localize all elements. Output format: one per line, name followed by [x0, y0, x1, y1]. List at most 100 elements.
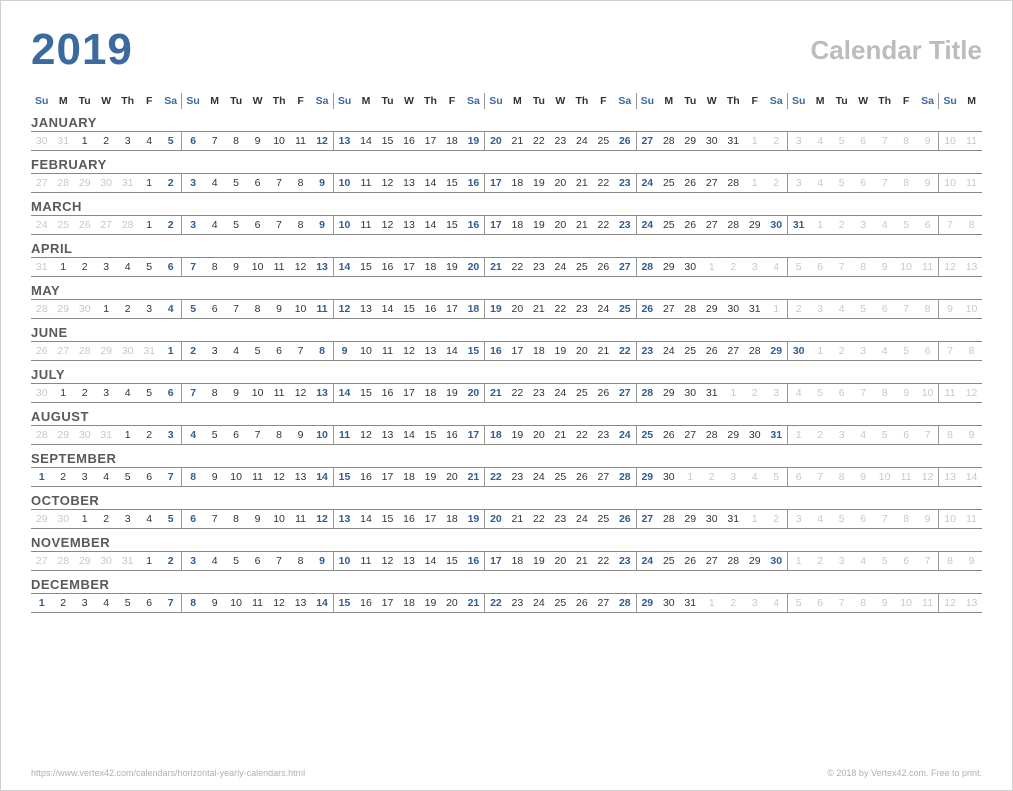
- day-cell: 12: [268, 594, 289, 612]
- day-cell: 23: [571, 300, 592, 318]
- day-cell: 15: [377, 510, 398, 528]
- month-block: APRIL31123456789101112131415161718192021…: [31, 241, 982, 277]
- day-cell: 3: [831, 552, 852, 570]
- day-cell: 25: [52, 216, 73, 234]
- day-cell: 5: [247, 342, 268, 360]
- day-cell: 5: [895, 216, 916, 234]
- day-cell: 2: [765, 510, 786, 528]
- month-name-label: SEPTEMBER: [31, 451, 982, 467]
- day-cell: 16: [463, 216, 484, 234]
- month-day-row: 1234567891011121314151617181920212223242…: [31, 467, 982, 487]
- day-cell: 2: [809, 552, 830, 570]
- day-cell: 31: [680, 594, 701, 612]
- day-cell: 19: [528, 174, 549, 192]
- day-cell: 10: [247, 384, 268, 402]
- day-cell: 17: [484, 552, 506, 570]
- day-cell: 8: [938, 552, 960, 570]
- day-cell: 9: [961, 426, 982, 444]
- day-cell: 9: [290, 426, 311, 444]
- day-cell: 12: [355, 426, 376, 444]
- day-cell: 5: [852, 300, 873, 318]
- day-cell: 11: [917, 594, 938, 612]
- day-cell: 8: [831, 468, 852, 486]
- day-cell: 6: [138, 468, 159, 486]
- day-cell: 3: [723, 468, 744, 486]
- day-cell: 10: [938, 510, 960, 528]
- day-cell: 30: [31, 132, 52, 150]
- day-cell: 1: [138, 174, 159, 192]
- day-cell: 6: [247, 174, 268, 192]
- day-cell: 11: [938, 384, 960, 402]
- month-day-row: 2627282930311234567891011121314151617181…: [31, 341, 982, 361]
- day-cell: 10: [268, 132, 289, 150]
- day-cell: 6: [247, 552, 268, 570]
- day-cell: 28: [723, 552, 744, 570]
- day-cell: 25: [658, 174, 679, 192]
- dow-header-cell: Tu: [377, 93, 398, 109]
- day-cell: 20: [550, 552, 571, 570]
- day-cell: 22: [484, 594, 506, 612]
- day-cell: 4: [138, 510, 159, 528]
- day-cell: 26: [31, 342, 52, 360]
- day-cell: 14: [311, 594, 332, 612]
- day-cell: 17: [484, 216, 506, 234]
- day-cell: 2: [723, 594, 744, 612]
- day-cell: 24: [550, 384, 571, 402]
- dow-header-cell: Th: [268, 93, 289, 109]
- day-cell: 31: [787, 216, 809, 234]
- day-cell: 28: [723, 216, 744, 234]
- dow-header-cell: F: [441, 93, 462, 109]
- day-cell: 25: [571, 384, 592, 402]
- day-cell: 9: [204, 594, 225, 612]
- day-cell: 23: [550, 510, 571, 528]
- day-cell: 6: [895, 426, 916, 444]
- day-cell: 2: [74, 258, 95, 276]
- day-cell: 12: [290, 384, 311, 402]
- dow-header-cell: M: [355, 93, 376, 109]
- day-cell: 27: [31, 174, 52, 192]
- day-cell: 15: [333, 468, 355, 486]
- day-cell: 8: [852, 258, 873, 276]
- day-cell: 6: [181, 510, 203, 528]
- day-cell: 26: [680, 216, 701, 234]
- day-cell: 27: [701, 552, 722, 570]
- dow-header-cell: M: [961, 93, 982, 109]
- day-cell: 6: [787, 468, 809, 486]
- day-cell: 10: [311, 426, 332, 444]
- day-cell: 16: [420, 300, 441, 318]
- month-name-label: AUGUST: [31, 409, 982, 425]
- day-cell: 30: [765, 552, 786, 570]
- footer-copyright: © 2018 by Vertex42.com. Free to print.: [827, 768, 982, 778]
- day-cell: 26: [593, 384, 614, 402]
- month-day-row: 2728293031123456789101112131415161718192…: [31, 551, 982, 571]
- day-cell: 14: [441, 342, 462, 360]
- dow-header-cell: M: [658, 93, 679, 109]
- day-cell: 10: [225, 468, 246, 486]
- dow-header-cell: F: [744, 93, 765, 109]
- day-cell: 1: [138, 552, 159, 570]
- day-cell: 18: [420, 258, 441, 276]
- day-cell: 17: [463, 426, 484, 444]
- day-cell: 8: [225, 510, 246, 528]
- day-cell: 3: [74, 468, 95, 486]
- day-cell: 11: [268, 384, 289, 402]
- day-cell: 2: [723, 258, 744, 276]
- day-cell: 9: [247, 132, 268, 150]
- day-cell: 21: [463, 468, 484, 486]
- dow-header-cell: Sa: [917, 93, 938, 109]
- month-day-row: 2728293031123456789101112131415161718192…: [31, 173, 982, 193]
- day-cell: 6: [917, 342, 938, 360]
- day-cell: 1: [744, 132, 765, 150]
- day-cell: 11: [247, 468, 268, 486]
- day-cell: 12: [311, 132, 332, 150]
- month-block: MARCH24252627281234567891011121314151617…: [31, 199, 982, 235]
- day-cell: 8: [181, 594, 203, 612]
- day-cell: 29: [680, 132, 701, 150]
- day-cell: 9: [225, 384, 246, 402]
- day-cell: 16: [484, 342, 506, 360]
- day-cell: 16: [355, 468, 376, 486]
- day-cell: 5: [809, 384, 830, 402]
- day-cell: 25: [593, 132, 614, 150]
- day-cell: 23: [507, 594, 528, 612]
- day-cell: 5: [117, 468, 138, 486]
